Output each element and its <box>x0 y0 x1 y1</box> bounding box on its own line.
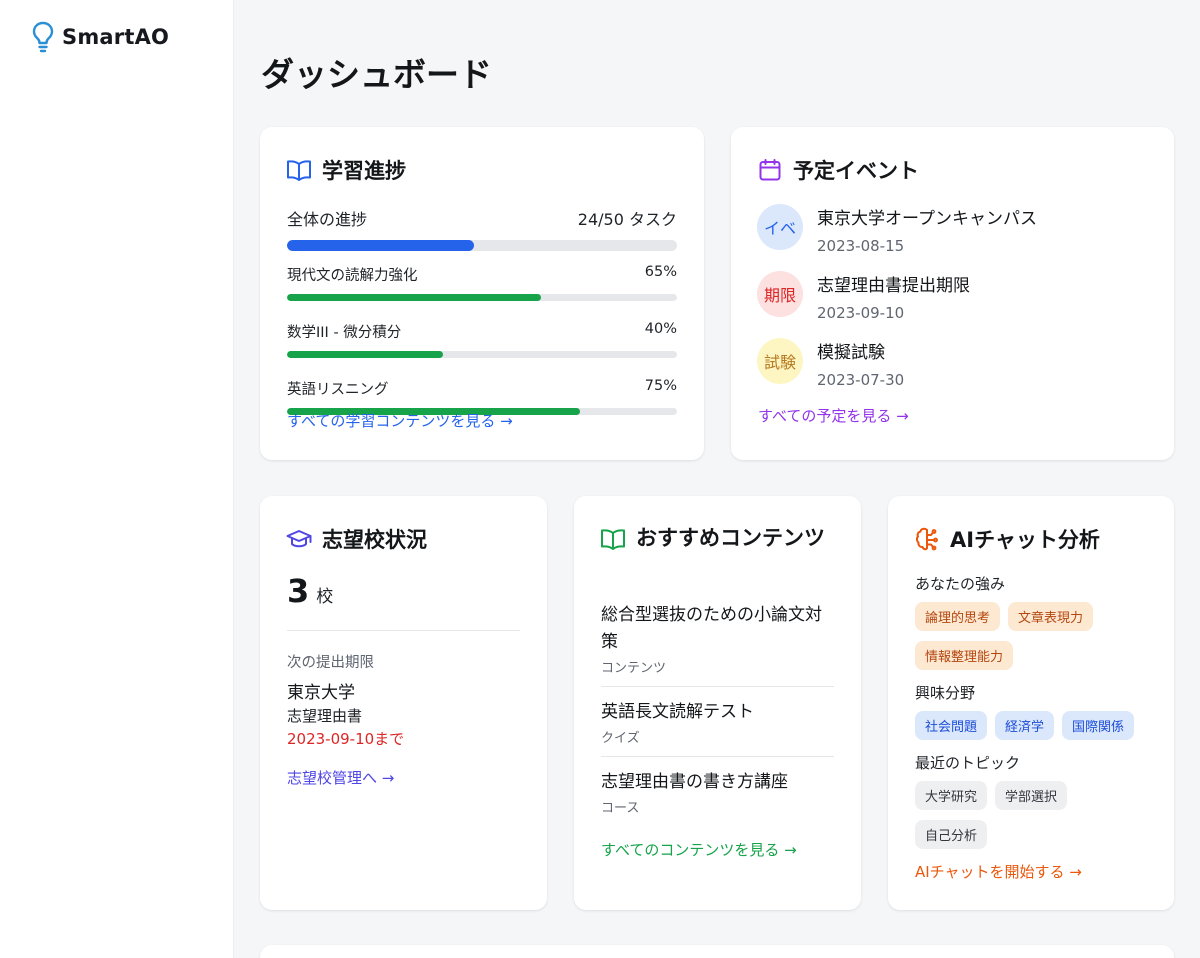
subject-progress-fill <box>287 351 443 358</box>
deadline-date: 2023-09-10まで <box>287 730 405 748</box>
content-item[interactable]: 英語長文読解テストクイズ <box>601 699 834 757</box>
strengths-label: あなたの強み <box>915 575 1006 593</box>
school-count-number: 3 <box>287 572 310 610</box>
school-count: 3 校 <box>287 572 333 610</box>
event-badge: 試験 <box>757 338 803 384</box>
deadline-school: 東京大学 <box>287 683 355 703</box>
content-type: コース <box>601 801 640 816</box>
content-type: クイズ <box>601 731 640 746</box>
content-title: 英語長文読解テスト <box>601 702 754 722</box>
recommend-card-title: おすすめコンテンツ <box>600 524 826 553</box>
event-item[interactable]: 試験 模擬試験 2023-07-30 <box>757 338 904 389</box>
content-title: 総合型選抜のための小論文対策 <box>601 605 822 652</box>
subject-percent: 40% <box>644 321 677 337</box>
all-events-link[interactable]: すべての予定を見る → <box>758 405 909 426</box>
progress-card-title: 学習進捗 <box>286 155 406 185</box>
tag: 自己分析 <box>915 820 988 849</box>
content-title: 志望理由書の書き方講座 <box>601 772 788 792</box>
event-name: 東京大学オープンキャンパス <box>817 209 1037 229</box>
tag: 学部選択 <box>995 781 1068 810</box>
content-item[interactable]: 総合型選抜のための小論文対策コンテンツ <box>601 602 834 687</box>
subject-progress-bar <box>287 294 677 301</box>
ai-card-title-text: AIチャット分析 <box>950 528 1100 552</box>
tag: 大学研究 <box>915 781 988 810</box>
overall-progress-bar <box>287 240 677 251</box>
events-card-title: 予定イベント <box>757 155 919 185</box>
subject-percent: 75% <box>644 378 677 394</box>
ai-analysis-body: あなたの強み 論理的思考 文章表現力情報整理能力 興味分野 社会問題 経済学 国際関係… <box>915 573 1154 859</box>
lightbulb-icon <box>30 21 56 53</box>
interests-label: 興味分野 <box>915 684 976 702</box>
recommend-card: おすすめコンテンツ 総合型選抜のための小論文対策コンテンツ英語長文読解テストクイ… <box>574 496 861 910</box>
recommend-card-title-text: おすすめコンテンツ <box>636 526 825 550</box>
tag: 文章表現力 <box>1008 602 1094 631</box>
app-name: SmartAO <box>62 25 170 49</box>
interests-tags: 社会問題 経済学 国際関係 <box>915 711 1154 750</box>
brain-icon <box>914 526 940 552</box>
event-name: 模擬試験 <box>817 343 885 363</box>
next-deadline-label: 次の提出期限 <box>287 655 374 671</box>
events-card: 予定イベント イベ 東京大学オープンキャンパス 2023-08-15 期限 志望理由書提… <box>731 127 1174 460</box>
all-content-link[interactable]: すべてのコンテンツを見る → <box>601 839 797 860</box>
topics-label: 最近のトピック <box>915 754 1021 772</box>
next-card <box>260 945 1174 958</box>
subject-progress-item: 現代文の読解力強化 65% <box>287 264 677 301</box>
schools-card: 志望校状況 3 校 次の提出期限 東京大学 志望理由書 2023-09-10まで… <box>260 496 547 910</box>
tag: 情報整理能力 <box>915 641 1014 670</box>
schools-card-title-text: 志望校状況 <box>322 528 427 552</box>
sidebar: SmartAO <box>0 0 234 958</box>
progress-card-title-text: 学習進捗 <box>322 159 406 183</box>
event-date: 2023-09-10 <box>817 304 905 322</box>
event-date: 2023-08-15 <box>817 237 905 255</box>
overall-progress-label: 全体の進捗 <box>287 210 368 229</box>
ai-analysis-card: AIチャット分析 あなたの強み 論理的思考 文章表現力情報整理能力 興味分野 社会… <box>888 496 1174 910</box>
event-badge: イベ <box>757 204 803 250</box>
schools-card-title: 志望校状況 <box>286 524 427 554</box>
school-count-unit: 校 <box>316 587 334 607</box>
event-item[interactable]: イベ 東京大学オープンキャンパス 2023-08-15 <box>757 204 1037 255</box>
school-management-link[interactable]: 志望校管理へ → <box>287 767 394 788</box>
deadline-document: 志望理由書 <box>287 707 363 725</box>
ai-card-title: AIチャット分析 <box>914 524 1100 554</box>
book-open-icon <box>600 526 626 552</box>
tag: 論理的思考 <box>915 602 1001 631</box>
subject-progress-item: 数学III - 微分積分 40% <box>287 321 677 358</box>
overall-progress-value: 24/50 タスク <box>577 210 677 229</box>
tag: 社会問題 <box>915 711 988 740</box>
subject-name: 現代文の読解力強化 <box>287 268 418 284</box>
app-logo[interactable]: SmartAO <box>30 21 170 53</box>
calendar-icon <box>757 157 783 183</box>
strengths-tags: 論理的思考 文章表現力情報整理能力 <box>915 602 1154 680</box>
all-learning-content-link[interactable]: すべての学習コンテンツを見る → <box>287 410 513 431</box>
subject-progress-bar <box>287 351 677 358</box>
overall-progress-fill <box>287 240 475 251</box>
graduation-cap-icon <box>286 526 312 552</box>
page-title: ダッシュボード <box>261 55 492 94</box>
start-ai-chat-link[interactable]: AIチャットを開始する → <box>915 861 1082 882</box>
event-name: 志望理由書提出期限 <box>817 276 970 296</box>
content-type: コンテンツ <box>601 661 667 676</box>
tag: 国際関係 <box>1062 711 1135 740</box>
tag: 経済学 <box>995 711 1055 740</box>
subject-name: 英語リスニング <box>287 382 389 398</box>
recommend-list: 総合型選抜のための小論文対策コンテンツ英語長文読解テストクイズ志望理由書の書き方… <box>601 602 834 838</box>
subject-progress-fill <box>287 294 541 301</box>
event-item[interactable]: 期限 志望理由書提出期限 2023-09-10 <box>757 271 970 322</box>
overall-progress: 全体の進捗 24/50 タスク <box>287 206 677 251</box>
event-badge: 期限 <box>757 271 803 317</box>
events-card-title-text: 予定イベント <box>793 159 919 183</box>
divider <box>287 630 520 631</box>
progress-card: 学習進捗 全体の進捗 24/50 タスク 現代文の読解力強化 65% 数学III -… <box>260 127 704 460</box>
main-content: ダッシュボード 学習進捗 全体の進捗 24/50 タスク 現代文の読解力強化 65… <box>234 0 1200 958</box>
subject-name: 数学III - 微分積分 <box>287 325 402 341</box>
content-item[interactable]: 志望理由書の書き方講座コース <box>601 769 834 826</box>
event-date: 2023-07-30 <box>817 371 905 389</box>
topics-tags: 大学研究 学部選択自己分析 <box>915 781 1154 859</box>
subject-percent: 65% <box>644 264 677 280</box>
book-open-icon <box>286 157 312 183</box>
